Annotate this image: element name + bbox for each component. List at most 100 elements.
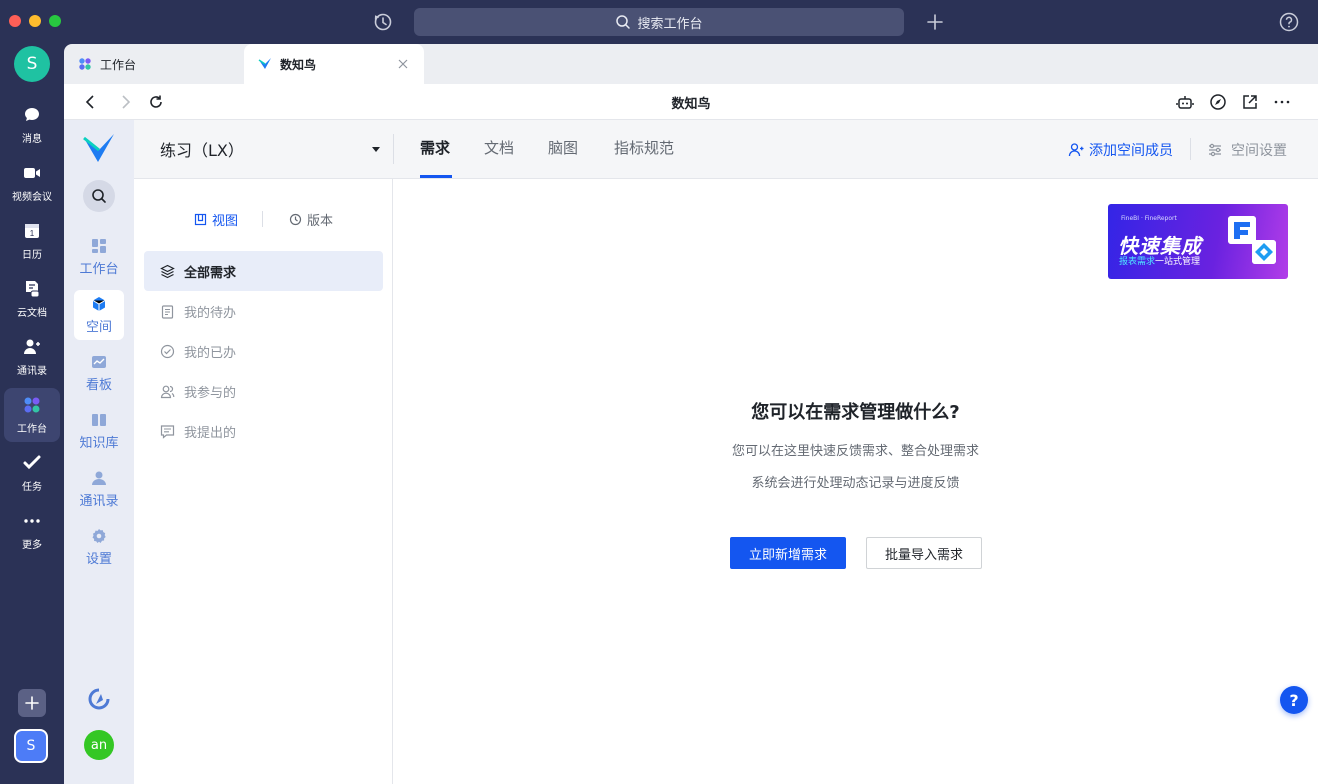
browser-tab-workspace[interactable]: 工作台 — [64, 44, 244, 84]
user-avatar[interactable]: S — [14, 46, 50, 82]
maximize-window-button[interactable] — [49, 15, 61, 27]
browser-tab-label: 工作台 — [100, 57, 137, 72]
list-item-all-requirements[interactable]: 全部需求 — [144, 251, 383, 291]
list-item-label: 全部需求 — [184, 265, 237, 281]
compass-icon[interactable] — [1209, 93, 1227, 111]
rail-item-label: 通讯录 — [17, 366, 47, 377]
browser-tab-shuzhiniao[interactable]: 数知鸟 — [244, 44, 424, 84]
svg-text:1: 1 — [30, 229, 35, 238]
global-search-placeholder: 搜索工作台 — [637, 16, 703, 32]
sidebar-item-settings[interactable]: 设置 — [74, 522, 124, 572]
list-item-my-submitted[interactable]: 我提出的 — [144, 411, 383, 451]
open-external-icon[interactable] — [1241, 93, 1259, 111]
segment-view[interactable]: 视图 — [194, 210, 238, 229]
main-content: 练习（LX） 需求 文档 脑图 指标规范 添加空间成员 空间设置 视图 版本 全… — [134, 120, 1318, 784]
shuzhiniao-logo-icon — [258, 58, 271, 69]
rail-item-video-meeting[interactable]: 视频会议 — [4, 156, 60, 210]
history-icon[interactable] — [372, 11, 394, 33]
add-app-button[interactable] — [18, 689, 46, 717]
empty-state-title: 您可以在需求管理做什么? — [751, 402, 960, 423]
empty-state-description: 您可以在这里快速反馈需求、整合处理需求 — [731, 444, 979, 459]
rail-item-label: 日历 — [22, 250, 42, 261]
app-rail: S 消息 视频会议 1 日历 云文档 通讯录 工作台 任务 更多 S — [0, 44, 64, 784]
rail-item-label: 视频会议 — [12, 192, 52, 203]
calendar-icon: 1 — [25, 224, 39, 238]
brand-mark-icon[interactable] — [88, 688, 110, 710]
user-avatar-text: an — [90, 737, 108, 753]
app-sidebar: 工作台 空间 看板 知识库 通讯录 设置 an — [64, 120, 134, 784]
search-icon — [616, 15, 631, 29]
clipboard-icon — [161, 304, 174, 319]
header-divider — [1190, 138, 1191, 160]
rail-item-more[interactable]: 更多 — [4, 504, 60, 558]
new-tab-plus-icon[interactable] — [924, 11, 946, 33]
rail-item-label: 工作台 — [17, 424, 47, 435]
sidebar-item-space[interactable]: 空间 — [74, 290, 124, 340]
browser-tab-bar: 工作台 数知鸟 — [64, 44, 1318, 84]
segment-version-label: 版本 — [307, 214, 334, 229]
rail-item-calendar[interactable]: 1 日历 — [4, 214, 60, 268]
sidebar-item-label: 通讯录 — [79, 493, 119, 509]
cube-icon — [92, 296, 106, 311]
rail-item-workspace[interactable]: 工作台 — [4, 388, 60, 442]
search-icon — [92, 189, 106, 203]
shuzhiniao-logo-icon[interactable] — [82, 132, 116, 166]
rail-item-label: 任务 — [22, 482, 42, 493]
user-avatar-letter: S — [26, 54, 38, 74]
list-item-my-todo[interactable]: 我的待办 — [144, 291, 383, 331]
workspace-switcher[interactable]: S — [14, 729, 48, 763]
rail-item-messages[interactable]: 消息 — [4, 98, 60, 152]
global-search-input[interactable]: 搜索工作台 — [414, 8, 904, 36]
help-float-button[interactable]: ? — [1280, 686, 1308, 714]
sidebar-item-workbench[interactable]: 工作台 — [74, 232, 124, 282]
workspace-switcher-letter: S — [26, 738, 36, 754]
sidebar-item-knowledge-base[interactable]: 知识库 — [74, 406, 124, 456]
sidebar-item-contacts[interactable]: 通讯录 — [74, 464, 124, 514]
add-space-member-button[interactable]: 添加空间成员 — [1068, 140, 1173, 160]
page-title: 数知鸟 — [671, 97, 711, 112]
tab-documents[interactable]: 文档 — [484, 137, 514, 158]
close-icon[interactable] — [396, 57, 410, 71]
space-settings-button[interactable]: 空间设置 — [1207, 140, 1287, 160]
tab-mindmap[interactable]: 脑图 — [548, 137, 578, 158]
view-icon — [194, 213, 207, 226]
finebi-logo-icon — [1252, 240, 1276, 264]
segment-view-label: 视图 — [212, 214, 239, 229]
space-selector[interactable]: 练习（LX） — [134, 120, 394, 178]
batch-import-button[interactable]: 批量导入需求 — [866, 537, 982, 569]
rail-item-label: 更多 — [22, 540, 42, 551]
user-avatar-small[interactable]: an — [84, 730, 114, 760]
add-user-icon — [1068, 143, 1084, 157]
space-settings-label: 空间设置 — [1231, 143, 1287, 159]
board-icon — [92, 355, 106, 368]
empty-state-description-2: 系统会进行处理动态记录与进度反馈 — [751, 476, 960, 491]
plus-icon — [25, 696, 39, 710]
rail-item-label: 云文档 — [17, 308, 47, 319]
add-requirement-button[interactable]: 立即新增需求 — [730, 537, 846, 569]
clock-icon — [289, 213, 302, 226]
caret-down-icon[interactable] — [370, 144, 382, 154]
minimize-window-button[interactable] — [29, 15, 41, 27]
people-icon — [160, 385, 175, 398]
segment-version[interactable]: 版本 — [289, 210, 333, 229]
list-item-my-done[interactable]: 我的已办 — [144, 331, 383, 371]
banner-brand-text: FineBI · FineReport — [1121, 215, 1177, 222]
comment-icon — [160, 424, 175, 439]
layers-icon — [160, 264, 175, 278]
rail-item-contacts[interactable]: 通讯录 — [4, 330, 60, 384]
finereport-logo-icon — [1228, 216, 1256, 244]
rail-item-cloud-docs[interactable]: 云文档 — [4, 272, 60, 326]
tab-metric-standards[interactable]: 指标规范 — [614, 137, 674, 158]
more-dots-icon[interactable] — [1273, 93, 1291, 111]
list-item-my-participated[interactable]: 我参与的 — [144, 371, 383, 411]
help-circle-icon[interactable] — [1278, 11, 1300, 33]
tab-requirements[interactable]: 需求 — [420, 137, 450, 158]
close-window-button[interactable] — [9, 15, 21, 27]
sidebar-search-button[interactable] — [83, 180, 115, 212]
sidebar-item-board[interactable]: 看板 — [74, 348, 124, 398]
promo-banner[interactable]: FineBI · FineReport 快速集成 报表需求一站式管理 — [1108, 204, 1288, 279]
rail-item-tasks[interactable]: 任务 — [4, 446, 60, 500]
space-name: 练习（LX） — [160, 141, 244, 160]
sidebar-item-label: 设置 — [85, 551, 112, 567]
robot-icon[interactable] — [1176, 93, 1194, 111]
